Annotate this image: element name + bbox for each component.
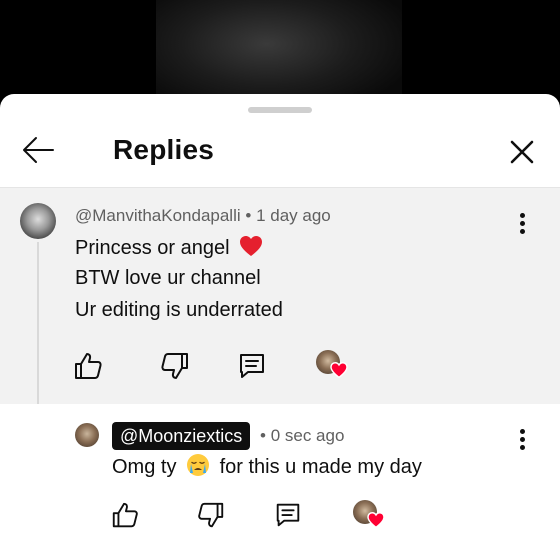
- meta-separator: •: [260, 426, 266, 445]
- comment-icon: [276, 503, 300, 527]
- avatar[interactable]: [20, 203, 56, 239]
- thumbs-up-icon: [112, 502, 138, 528]
- reply-text: Omg ty for this u made my day: [112, 453, 422, 483]
- reply-button[interactable]: [236, 350, 268, 382]
- heart-emoji: [239, 235, 263, 263]
- comment-time: 0 sec ago: [270, 426, 345, 445]
- dislike-button[interactable]: [159, 350, 191, 382]
- comment-text-line: Princess or angel: [75, 235, 263, 263]
- dislike-button[interactable]: [196, 500, 228, 532]
- reply-comment: @Moonziextics • 0 sec ago Omg ty for thi…: [0, 404, 560, 560]
- comment-text-line: Ur editing is underrated: [75, 299, 283, 321]
- close-icon: [510, 140, 534, 164]
- more-button[interactable]: [512, 211, 532, 237]
- arrow-left-icon: [23, 137, 54, 163]
- like-button[interactable]: [110, 500, 142, 532]
- replies-sheet: Replies @ManvithaKondapalli • 1 day ago …: [0, 94, 560, 560]
- avatar[interactable]: [75, 423, 99, 447]
- back-button[interactable]: [20, 134, 56, 166]
- reply-button[interactable]: [273, 500, 305, 532]
- comment-icon: [240, 354, 264, 378]
- creator-heart-badge: [353, 500, 385, 532]
- page-title: Replies: [113, 134, 214, 165]
- replies-header: Replies: [0, 94, 560, 188]
- thumbs-down-icon: [198, 502, 224, 528]
- comment-author[interactable]: @ManvithaKondapalli: [75, 206, 241, 225]
- creator-heart-icon: [367, 512, 385, 528]
- reply-author-chip[interactable]: @Moonziextics: [112, 422, 251, 450]
- parent-comment: @ManvithaKondapalli • 1 day ago Princess…: [0, 188, 560, 404]
- close-button[interactable]: [506, 136, 538, 168]
- comment-meta: @ManvithaKondapalli • 1 day ago: [75, 206, 331, 226]
- more-button[interactable]: [512, 427, 532, 453]
- thumbs-up-icon: [75, 353, 102, 379]
- thumbs-down-icon: [161, 353, 188, 379]
- meta-separator: •: [245, 206, 252, 225]
- crying-emoji: [186, 453, 210, 483]
- creator-heart-badge: [316, 350, 348, 382]
- creator-heart-icon: [330, 362, 348, 378]
- comment-meta: • 0 sec ago: [260, 426, 344, 446]
- comment-time: 1 day ago: [256, 206, 331, 225]
- like-button[interactable]: [72, 350, 104, 382]
- comment-text-line: BTW love ur channel: [75, 267, 261, 289]
